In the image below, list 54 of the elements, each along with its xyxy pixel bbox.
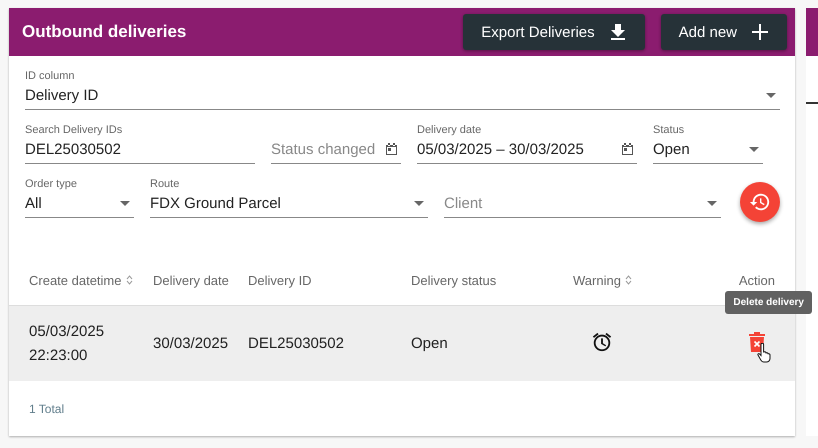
field-value: 05/03/2025 – 30/03/2025: [417, 140, 584, 158]
field-value: FDX Ground Parcel: [150, 194, 281, 212]
table-cell-text: DEL25030502: [248, 335, 345, 352]
field-placeholder: Client: [444, 194, 482, 212]
dropdown-caret-icon: [749, 146, 759, 152]
add-new-button[interactable]: Add new: [660, 14, 787, 50]
field-value: All: [25, 194, 42, 212]
calendar-icon: [622, 143, 633, 155]
total-count: 1 Total: [28, 401, 66, 416]
table-cell-text: 22:23:00: [29, 346, 88, 366]
field-label: Search Delivery IDs: [25, 124, 124, 138]
table-cell-text: Open: [411, 335, 449, 352]
calendar-icon: [386, 143, 397, 155]
hand-cursor-icon: [756, 342, 772, 362]
plus-icon: [751, 23, 769, 41]
date-field[interactable]: Delivery date 05/03/2025 – 30/03/2025: [417, 124, 637, 164]
field-label: Delivery date: [417, 124, 482, 138]
select-field[interactable]: Order type All: [25, 178, 134, 218]
id-column-select[interactable]: ID column Delivery ID: [25, 70, 780, 110]
table-cell-text: 05/03/2025: [29, 322, 106, 342]
column-header[interactable]: Action: [738, 272, 775, 288]
dropdown-caret-icon: [766, 92, 776, 98]
download-icon: [608, 23, 627, 41]
table-cell-text: 30/03/2025: [153, 335, 230, 352]
table-row[interactable]: 05/03/2025 22:23:00 30/03/2025 DEL25030502 Open: [9, 306, 795, 381]
column-header[interactable]: Create datetime: [29, 272, 153, 288]
field-label: Status: [653, 124, 686, 138]
dropdown-caret-icon: [414, 200, 424, 206]
field-label: Route: [150, 178, 180, 192]
column-header[interactable]: Delivery status: [411, 272, 573, 288]
field-value: Delivery ID: [25, 86, 98, 104]
tooltip: Delete delivery: [725, 291, 812, 314]
field-label: Order type: [25, 178, 78, 192]
field-value: DEL25030502: [25, 140, 121, 158]
history-button[interactable]: [740, 182, 780, 222]
sort-icon: [624, 275, 632, 285]
field-value: Open: [653, 140, 690, 158]
column-header[interactable]: Warning: [573, 272, 723, 288]
select-field[interactable]: Client: [444, 178, 721, 218]
panel-header: [806, 8, 818, 56]
column-header[interactable]: Delivery date: [153, 272, 248, 288]
dropdown-caret-icon: [120, 200, 130, 206]
search-field[interactable]: Search Delivery IDs DEL25030502: [25, 124, 255, 164]
select-field[interactable]: Route FDX Ground Parcel: [150, 178, 428, 218]
field-label: ID column: [25, 70, 76, 84]
sort-icon: [126, 275, 132, 285]
date-field[interactable]: Status changed: [271, 124, 401, 164]
select-field[interactable]: Status Open: [653, 124, 763, 164]
page-title: Outbound deliveries: [22, 22, 188, 42]
column-header[interactable]: Delivery ID: [248, 272, 411, 288]
export-button[interactable]: Export Deliveries: [463, 14, 645, 50]
field-placeholder: Status changed: [271, 140, 376, 158]
history-icon: [749, 191, 771, 213]
dropdown-caret-icon: [707, 200, 717, 206]
